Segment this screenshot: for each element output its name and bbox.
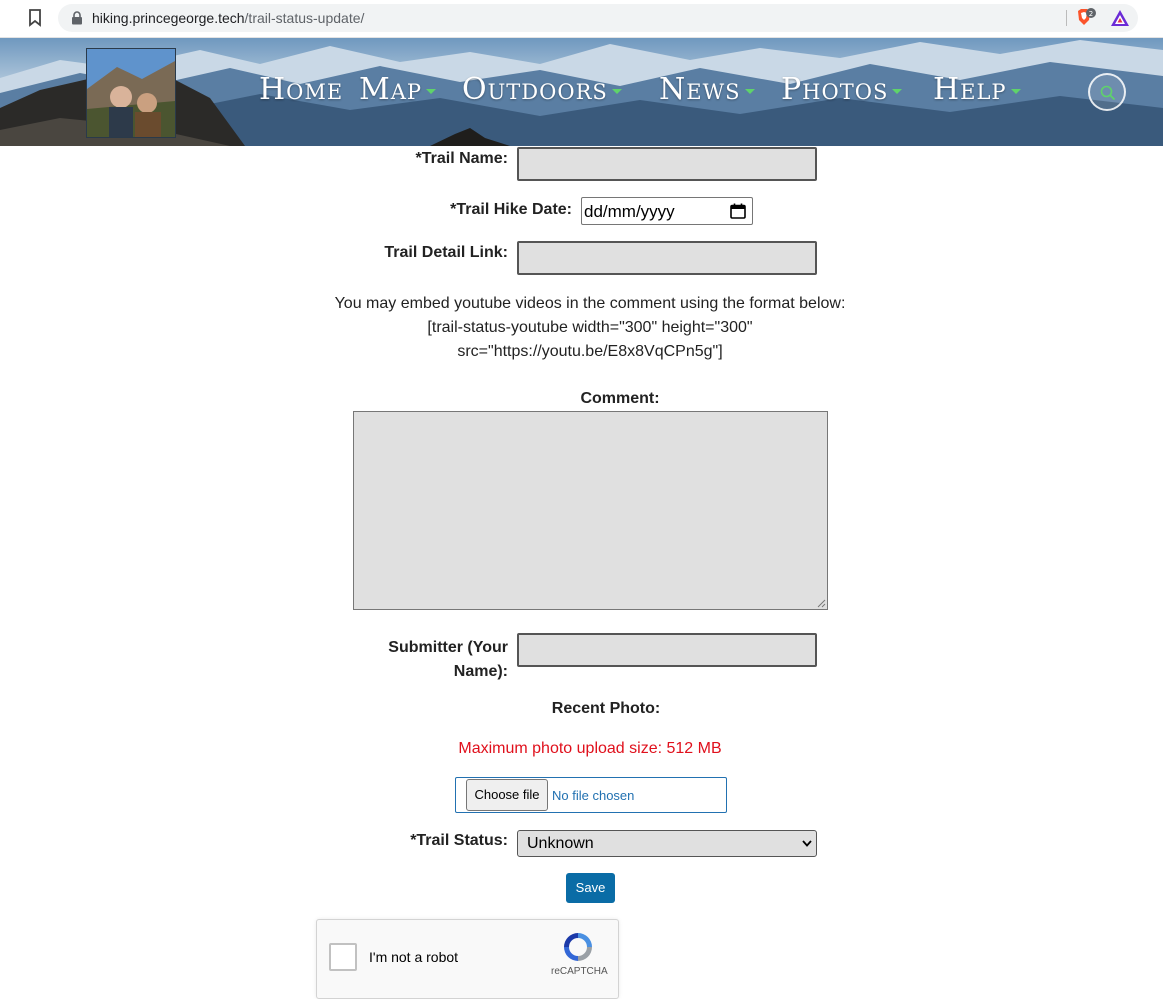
nav-help[interactable]: Help	[933, 72, 1021, 107]
trail-status-value: Unknown	[527, 835, 594, 852]
resize-handle-icon[interactable]	[817, 599, 826, 608]
chevron-down-icon	[744, 88, 755, 94]
photo-file-input[interactable]: Choose file No file chosen	[455, 777, 727, 813]
submitter-input[interactable]	[517, 633, 817, 667]
brave-badge-count: 2	[1089, 10, 1093, 18]
url-text: hiking.princegeorge.tech/trail-status-up…	[92, 10, 365, 26]
site-header: Home Map Outdoors News Photos Help	[0, 38, 1163, 146]
comment-label: Comment:	[580, 390, 660, 407]
submitter-label-line-1: Submitter (Your	[388, 639, 508, 656]
chevron-down-icon	[1010, 88, 1021, 94]
chevron-down-icon	[802, 840, 812, 847]
chevron-down-icon	[426, 88, 437, 94]
toolbar-divider	[1066, 10, 1067, 26]
brave-rewards-icon[interactable]	[1110, 9, 1130, 27]
youtube-embed-instructions: You may embed youtube videos in the comm…	[300, 292, 880, 364]
recaptcha-brand: reCAPTCHA	[551, 966, 608, 977]
trail-detail-link-label: Trail Detail Link:	[384, 244, 508, 261]
info-line-3: src="https://youtu.be/E8x8VqCPn5g"]	[457, 343, 723, 360]
trail-hike-date-label: *Trail Hike Date:	[450, 201, 572, 218]
trail-name-input[interactable]	[517, 147, 817, 181]
save-button[interactable]: Save	[566, 873, 615, 903]
chevron-down-icon	[611, 88, 622, 94]
info-line-1: You may embed youtube videos in the comm…	[334, 295, 846, 312]
nav-news[interactable]: News	[659, 72, 755, 107]
file-status-text: No file chosen	[552, 788, 635, 803]
lock-icon	[71, 11, 83, 25]
search-icon	[1100, 85, 1116, 101]
nav-outdoors[interactable]: Outdoors	[462, 72, 622, 107]
choose-file-button[interactable]: Choose file	[466, 779, 548, 811]
date-placeholder: dd/mm/yyyy	[584, 202, 675, 221]
info-line-2: [trail-status-youtube width="300" height…	[427, 319, 753, 336]
recent-photo-label: Recent Photo:	[551, 700, 661, 717]
browser-toolbar: hiking.princegeorge.tech/trail-status-up…	[0, 0, 1163, 38]
chevron-down-icon	[892, 88, 903, 94]
recaptcha-checkbox[interactable]	[329, 943, 357, 971]
trail-status-select[interactable]: Unknown	[517, 830, 817, 857]
recaptcha-widget: I'm not a robot reCAPTCHA	[316, 919, 619, 999]
recaptcha-label: I'm not a robot	[369, 949, 459, 965]
trail-detail-link-input[interactable]	[517, 241, 817, 275]
nav-home[interactable]: Home	[259, 72, 343, 107]
trail-status-label: *Trail Status:	[410, 832, 508, 849]
recaptcha-logo-icon	[561, 930, 595, 969]
submitter-label: Submitter (Your Name):	[388, 636, 508, 684]
trail-name-label: *Trail Name:	[415, 150, 508, 167]
nav-map[interactable]: Map	[359, 72, 437, 107]
search-button[interactable]	[1088, 73, 1126, 111]
trail-hike-date-input[interactable]: dd/mm/yyyy	[581, 197, 753, 225]
nav-photos[interactable]: Photos	[781, 72, 903, 107]
site-logo-photo[interactable]	[86, 48, 176, 138]
comment-textarea[interactable]	[353, 411, 828, 610]
submitter-label-line-2: Name):	[453, 663, 508, 680]
bookmark-icon[interactable]	[28, 9, 42, 27]
calendar-icon[interactable]	[730, 203, 746, 224]
brave-shield-icon[interactable]: 2	[1076, 8, 1098, 28]
address-bar[interactable]: hiking.princegeorge.tech/trail-status-up…	[58, 4, 1138, 32]
max-upload-size-notice: Maximum photo upload size: 512 MB	[458, 740, 722, 757]
